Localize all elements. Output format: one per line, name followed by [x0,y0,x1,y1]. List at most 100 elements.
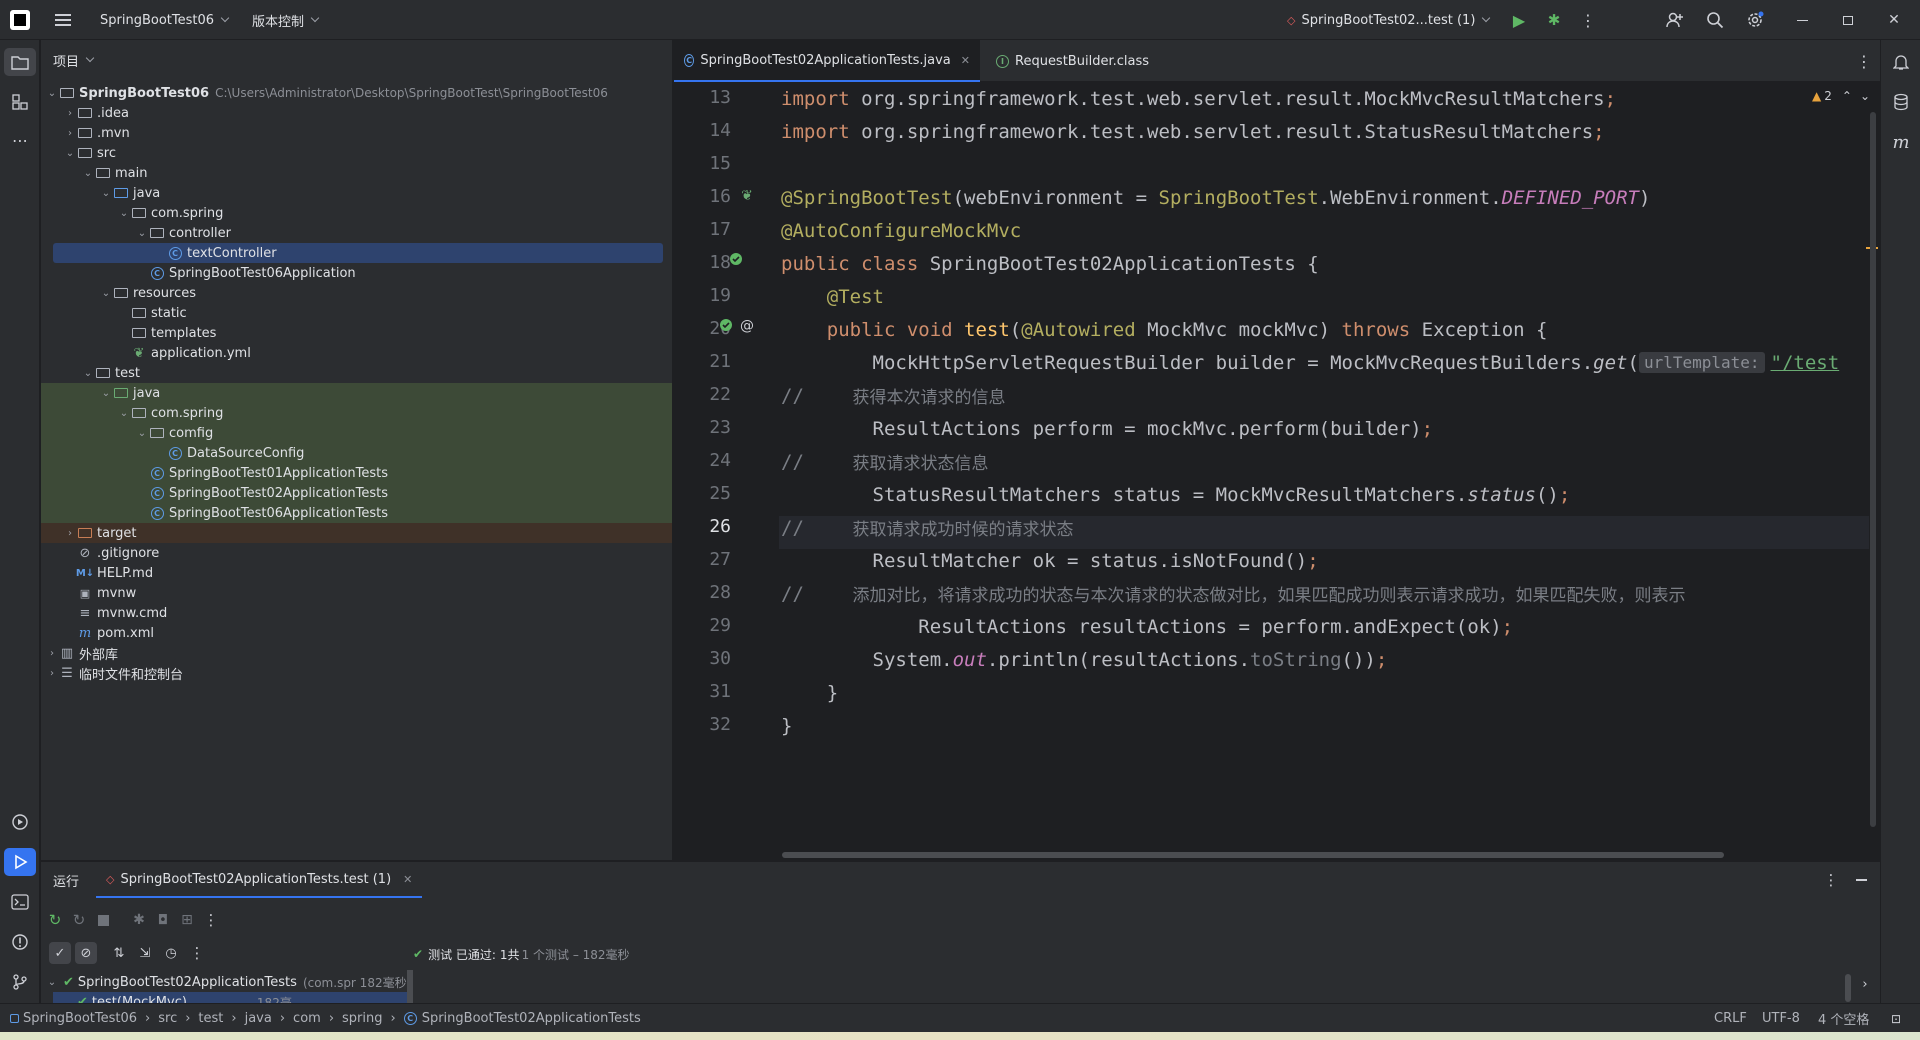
test-tree-root[interactable]: ⌄ ✔ SpringBootTest02ApplicationTests (com… [45,972,407,992]
tree-node-controller[interactable]: ⌄ controller [135,223,231,243]
history-icon[interactable]: ◷ [161,942,181,964]
tree-node-com-spring[interactable]: ⌄ com.spring [117,203,224,223]
horizontal-scrollbar[interactable] [782,852,1724,858]
rerun-icon[interactable]: ↻ [45,910,65,930]
tree-node-target[interactable]: › target [63,523,137,543]
tree-node-templates[interactable]: templates [117,323,216,343]
database-icon[interactable] [1887,88,1915,116]
spring-bean-icon[interactable]: ❦ [738,186,756,206]
add-user-icon[interactable] [1664,10,1686,30]
tree-node-project-root[interactable]: ⌄ SpringBootTest06 C:\Users\Administrato… [45,83,608,103]
problems-tool-icon[interactable] [4,928,36,956]
export-icon[interactable]: ⊞ [177,910,197,930]
tree-node-test01[interactable]: C SpringBootTest01ApplicationTests [135,463,388,483]
vertical-scrollbar[interactable] [1870,112,1876,827]
tree-node-textcontroller[interactable]: CtextController [153,243,277,263]
more-actions-icon[interactable]: ⋮ [1578,10,1598,30]
settings-gear-icon[interactable] [1744,10,1766,30]
lock-icon[interactable]: ⊡ [1886,1009,1906,1029]
tree-node-test-com-spring[interactable]: ⌄ com.spring [117,403,224,423]
notifications-bell-icon[interactable] [1887,48,1915,76]
run-test-passed-icon[interactable] [718,316,736,336]
project-tool-icon[interactable] [4,48,36,76]
tree-node-mvnw[interactable]: ▣ mvnw [63,583,136,603]
tree-node-idea[interactable]: › .idea [63,103,129,123]
maven-icon[interactable]: m [1887,128,1915,156]
tree-node-gitignore[interactable]: ⊘ .gitignore [63,543,160,563]
breadcrumb-item[interactable]: src [158,1011,177,1026]
console-scrollbar[interactable] [1845,974,1851,1002]
tree-node-help-md[interactable]: M↓ HELP.md [63,563,153,583]
tree-node-test06[interactable]: C SpringBootTest06ApplicationTests [135,503,388,523]
splitter-handle[interactable] [407,970,413,1004]
close-tab-icon[interactable]: ✕ [403,873,412,886]
tree-node-comfig[interactable]: ⌄ comfig [135,423,213,443]
tree-node-test[interactable]: ⌄ test [81,363,140,383]
project-switcher[interactable]: SpringBootTest06 [100,0,230,40]
run-icon[interactable]: ▶ [1508,10,1530,30]
tree-node-external-libraries[interactable]: › ▥ 外部库 [45,643,118,663]
project-view-selector[interactable]: 项目 [53,40,95,80]
tree-node-src[interactable]: ⌄ src [63,143,116,163]
more-run-actions-icon[interactable]: ⋮ [201,910,221,930]
tree-node-application[interactable]: C SpringBootTest06Application [135,263,356,283]
editor-tab-active[interactable]: C SpringBootTest02ApplicationTests.java … [674,40,980,82]
more-tools-icon[interactable]: ⋯ [4,126,36,154]
breadcrumb-item[interactable]: SpringBootTest02ApplicationTests [422,1011,641,1026]
run-config-selector[interactable]: ◇ SpringBootTest02...test (1) [1287,0,1491,40]
restore-icon[interactable] [1838,10,1858,30]
tree-node-static[interactable]: static [117,303,187,323]
run-tool-icon[interactable] [4,848,36,876]
tree-node-mvn[interactable]: › .mvn [63,123,130,143]
run-panel-options-icon[interactable]: ⋮ [1821,870,1841,890]
next-highlight-icon[interactable]: ⌄ [1860,89,1870,103]
minimize-icon[interactable] [1792,10,1812,30]
tree-node-main-java[interactable]: ⌄ java [99,183,160,203]
tree-node-datasourceconfig[interactable]: C DataSourceConfig [153,443,304,463]
run-tab-active[interactable]: ◇ SpringBootTest02ApplicationTests.test … [96,862,423,898]
debug-icon[interactable]: ✱ [1543,10,1565,30]
tree-node-resources[interactable]: ⌄ resources [99,283,196,303]
editor-tab[interactable]: I RequestBuilder.class [986,40,1159,82]
breadcrumb-item[interactable]: SpringBootTest06 [23,1011,137,1026]
tree-node-main[interactable]: ⌄ main [81,163,148,183]
tree-node-scratches[interactable]: › ☰ 临时文件和控制台 [45,663,183,683]
rerun-failed-icon[interactable]: ↻ [69,910,89,930]
services-tool-icon[interactable] [4,808,36,836]
close-tab-icon[interactable]: ✕ [961,54,970,67]
main-menu-icon[interactable] [52,10,74,30]
structure-tool-icon[interactable] [4,88,36,116]
close-window-icon[interactable]: ✕ [1884,10,1904,30]
terminal-tool-icon[interactable] [4,888,36,916]
sort-alphabetically-icon[interactable]: ⇅ [109,942,129,964]
more-test-options-icon[interactable]: ⋮ [187,942,207,964]
autowired-at-icon[interactable]: @ [738,316,756,336]
chevron-right-icon[interactable]: › [1857,974,1873,994]
line-ending[interactable]: CRLF [1714,1004,1747,1033]
show-ignored-toggle-icon[interactable]: ⊘ [75,942,97,964]
tree-node-application-yml[interactable]: ❦ application.yml [117,343,251,363]
tree-node-mvnw-cmd[interactable]: ≡ mvnw.cmd [63,603,168,623]
file-encoding[interactable]: UTF-8 [1762,1004,1800,1033]
indent-setting[interactable]: 4 个空格 [1818,1004,1869,1033]
breadcrumb-item[interactable]: java [245,1011,272,1026]
tree-node-pom-xml[interactable]: m pom.xml [63,623,154,643]
show-passed-toggle-icon[interactable]: ✓ [49,942,71,964]
git-tool-icon[interactable] [4,968,36,996]
code-editor[interactable]: 13 14 15 16 17 18 19 20 21 22 23 24 25 2… [674,82,1880,860]
inspection-widget[interactable]: ▲ 2 ⌃ ⌄ [1808,86,1870,106]
hide-panel-icon[interactable] [1851,870,1871,890]
expand-all-icon[interactable]: ⇲ [135,942,155,964]
tree-node-test-java[interactable]: ⌄ java [99,383,160,403]
tab-options-icon[interactable]: ⋮ [1854,50,1874,72]
camera-icon[interactable]: ◘ [153,910,173,930]
stop-icon[interactable] [93,910,113,930]
breadcrumb-item[interactable]: test [198,1011,223,1026]
vcs-menu[interactable]: 版本控制 [252,0,320,40]
breadcrumb-item[interactable]: spring [342,1011,382,1026]
debug-rerun-icon[interactable]: ✱ [129,910,149,930]
run-test-passed-icon[interactable] [728,250,746,270]
search-icon[interactable] [1704,10,1726,30]
breadcrumb-item[interactable]: com [293,1011,321,1026]
tree-node-test02[interactable]: C SpringBootTest02ApplicationTests [135,483,388,503]
